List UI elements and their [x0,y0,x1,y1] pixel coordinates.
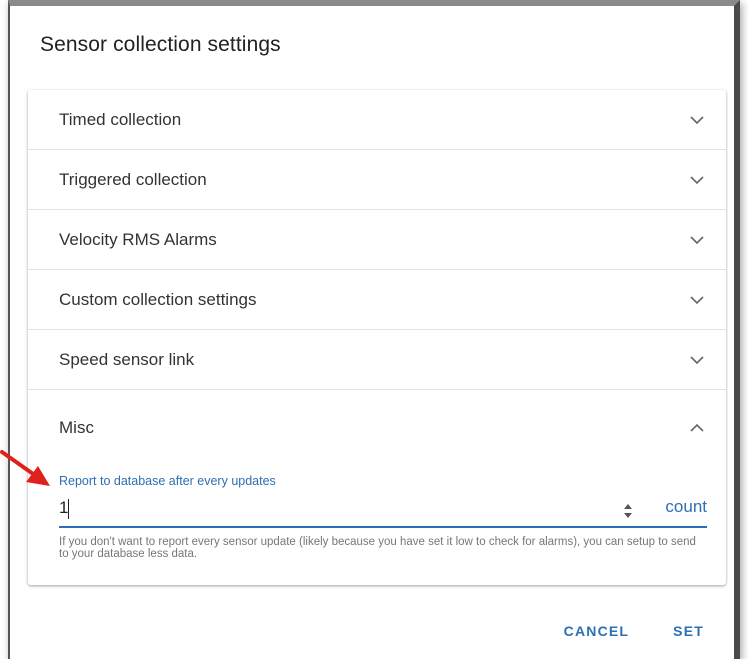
panel-misc[interactable]: Misc [28,390,726,466]
screen: Sensor collection settings Timed collect… [0,0,748,659]
report-interval-input[interactable]: 1 count [59,496,707,528]
panel-label: Timed collection [59,109,182,129]
chevron-up-icon [690,423,704,432]
dialog-title: Sensor collection settings [40,33,281,56]
expansion-panels: Timed collection Triggered collection Ve… [28,90,726,585]
report-interval-label: Report to database after every updates [59,474,276,488]
number-stepper-icon[interactable] [623,502,633,520]
misc-panel-content: Report to database after every updates 1… [28,466,726,584]
sensor-settings-dialog: Sensor collection settings Timed collect… [8,0,740,659]
annotation-arrow-icon [0,450,50,486]
panel-label: Triggered collection [59,169,207,189]
cancel-button[interactable]: CANCEL [564,623,630,639]
text-caret [68,499,69,519]
panel-label: Velocity RMS Alarms [59,229,217,249]
dialog-actions: CANCEL SET [564,623,704,639]
panel-speed-sensor-link[interactable]: Speed sensor link [28,330,726,390]
panel-label: Speed sensor link [59,349,195,369]
set-button[interactable]: SET [673,623,704,639]
panel-triggered-collection[interactable]: Triggered collection [28,150,726,210]
chevron-down-icon [690,235,704,244]
chevron-down-icon [690,295,704,304]
chevron-down-icon [690,115,704,124]
panel-label: Custom collection settings [59,289,257,309]
panel-custom-collection-settings[interactable]: Custom collection settings [28,270,726,330]
panel-label: Misc [59,418,94,437]
panel-timed-collection[interactable]: Timed collection [28,90,726,150]
helper-text: If you don't want to report every sensor… [59,536,696,560]
chevron-down-icon [690,175,704,184]
panel-velocity-rms-alarms[interactable]: Velocity RMS Alarms [28,210,726,270]
unit-suffix: count [665,497,707,516]
chevron-down-icon [690,355,704,364]
